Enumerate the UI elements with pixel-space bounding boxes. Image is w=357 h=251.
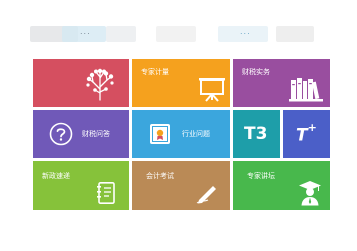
tile-industry-issues[interactable]: 行业问题 — [132, 110, 230, 158]
tile-accounting-exam-label: 会计考试 — [146, 172, 174, 180]
tile-tplus[interactable]: T+ — [283, 110, 330, 158]
tile-industry-issues-label: 行业问题 — [182, 130, 210, 138]
tile-expert-forum-label: 专家讲坛 — [247, 172, 275, 180]
tile-tax-qa-label: 财税问答 — [82, 130, 110, 138]
tile-tplus-sup: + — [307, 121, 317, 134]
notebook-icon — [97, 182, 115, 204]
tile-tplus-letter: T — [296, 125, 308, 146]
tree-icon — [86, 68, 114, 101]
pen-icon — [196, 186, 216, 204]
presentation-board-icon — [199, 78, 225, 102]
tile-t3[interactable]: T3 — [233, 110, 280, 158]
tile-tax-practice-label: 财税实务 — [242, 68, 270, 76]
tile-new-policy[interactable]: 新政速递 — [33, 161, 129, 210]
question-circle-icon — [49, 122, 73, 146]
tile-expert-forum[interactable]: 专家讲坛 — [233, 161, 330, 210]
tile-tax-practice[interactable]: 财税实务 — [233, 59, 330, 107]
tile-tax-qa[interactable]: 财税问答 — [33, 110, 129, 158]
tile-accounting-exam[interactable]: 会计考试 — [132, 161, 230, 210]
tile-grid: 专家计量 财税实务 财税问答 行业问题 T3 T+ 新政速递 会计考试 专家讲坛 — [0, 0, 357, 251]
tile-expert-plan[interactable]: 专家计量 — [132, 59, 230, 107]
tile-tplus-text: T+ — [296, 121, 317, 146]
tile-tree[interactable] — [33, 59, 129, 107]
tile-expert-plan-label: 专家计量 — [141, 68, 169, 76]
books-icon — [289, 78, 323, 102]
tile-t3-text: T3 — [244, 124, 268, 144]
graduate-icon — [299, 181, 321, 206]
certificate-icon — [150, 124, 170, 144]
tile-new-policy-label: 新政速递 — [42, 172, 70, 180]
